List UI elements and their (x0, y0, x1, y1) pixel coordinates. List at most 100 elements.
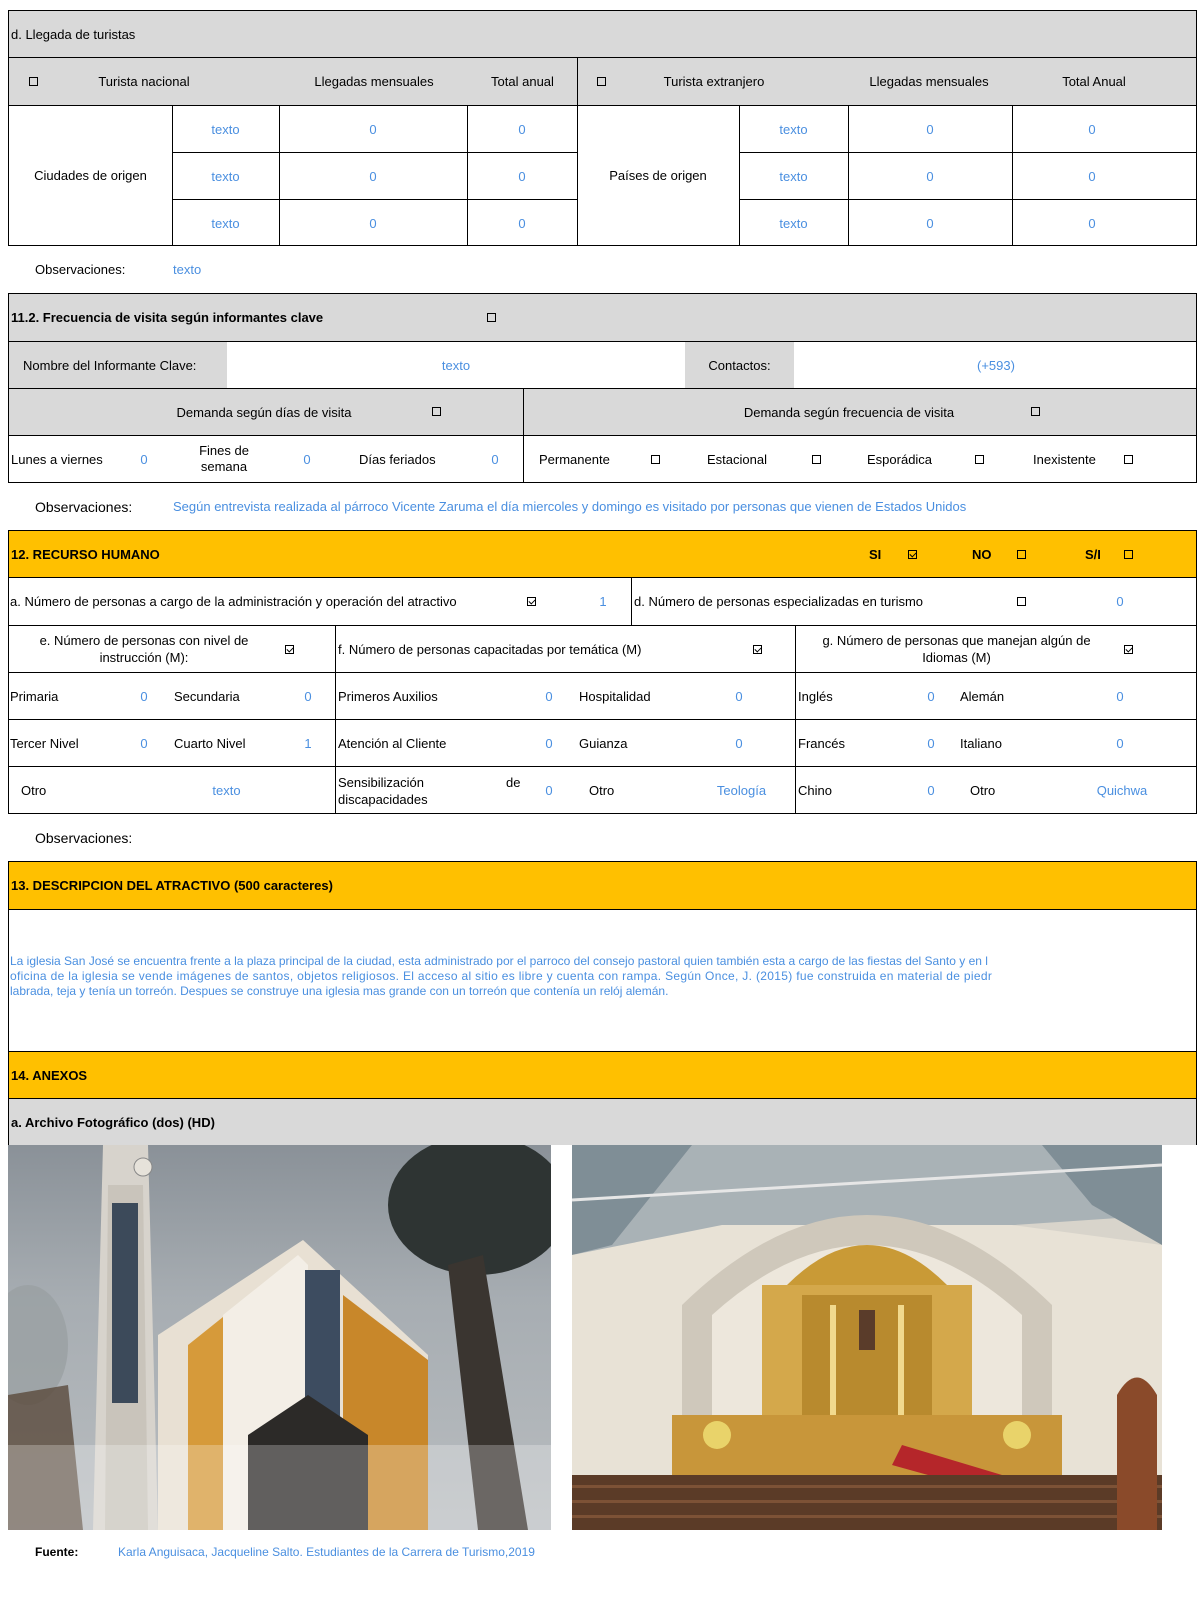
foreign-monthly-3[interactable]: 0 (848, 200, 1012, 246)
national-annual-3[interactable]: 0 (467, 200, 577, 246)
nonexistent-checkbox[interactable] (1124, 455, 1133, 464)
observations-label: Observaciones: (35, 829, 133, 846)
si-no-checkbox[interactable] (1124, 550, 1133, 559)
frequency-demand-header: Demanda según frecuencia de visita (743, 404, 955, 420)
description-title-row: 13. DESCRIPCION DEL ATRACTIVO (500 carac… (8, 861, 1197, 909)
national-label: Turista nacional (98, 74, 190, 89)
education-checkbox[interactable] (285, 645, 294, 654)
ingles-value[interactable]: 0 (921, 673, 941, 719)
otro-idioma-value[interactable]: Quichwa (1087, 767, 1157, 814)
admin-value[interactable]: 1 (593, 578, 613, 625)
languages-label: g. Número de personas que manejan algún … (822, 633, 1091, 665)
source-value[interactable]: Karla Anguisaca, Jacqueline Salto. Estud… (118, 1537, 535, 1567)
auxilios-label: Primeros Auxilios (338, 688, 438, 704)
foreign-monthly-2[interactable]: 0 (848, 153, 1012, 199)
primaria-value[interactable]: 0 (134, 673, 154, 719)
si-checkbox[interactable] (908, 550, 917, 559)
weekends-value[interactable]: 0 (297, 436, 317, 482)
annexes-title: 14. ANEXOS (11, 1067, 88, 1083)
education-label: e. Número de personas con nivel de instr… (39, 633, 249, 665)
days-demand-checkbox[interactable] (432, 407, 441, 416)
days-demand-header: Demanda según días de visita (176, 404, 352, 420)
holidays-label: Días feriados (359, 451, 436, 467)
foreign-monthly-1[interactable]: 0 (848, 106, 1012, 152)
ingles-label: Inglés (798, 688, 833, 704)
source-row: Fuente: Karla Anguisaca, Jacqueline Salt… (8, 1537, 1197, 1567)
auxilios-value[interactable]: 0 (539, 673, 559, 719)
description-title: 13. DESCRIPCION DEL ATRACTIVO (500 carac… (11, 878, 333, 893)
national-monthly-2[interactable]: 0 (279, 153, 467, 199)
aleman-label: Alemán (960, 688, 1005, 704)
observations-value[interactable]: Según entrevista realizada al párroco Vi… (173, 483, 966, 530)
description-body[interactable]: La iglesia San José se encuentra frente … (8, 909, 1197, 1051)
national-annual-1[interactable]: 0 (467, 106, 577, 152)
aleman-value[interactable]: 0 (1110, 673, 1130, 719)
italiano-value[interactable]: 0 (1110, 720, 1130, 766)
national-monthly-header: Llegadas mensuales (314, 74, 434, 89)
photo-archive-title: a. Archivo Fotográfico (dos) (HD) (11, 1114, 215, 1130)
otro-edu-value[interactable]: texto (199, 767, 254, 814)
contacts-value[interactable]: (+593) (794, 342, 1197, 388)
foreign-annual-3[interactable]: 0 (1012, 200, 1172, 246)
description-line: La iglesia San José se encuentra frente … (10, 954, 988, 968)
informant-label: Nombre del Informante Clave: (9, 342, 227, 388)
frequency-demand-checkbox[interactable] (1031, 407, 1040, 416)
observations-label: Observaciones: (35, 498, 133, 515)
specialized-checkbox[interactable] (1017, 597, 1026, 606)
admin-label: a. Número de personas a cargo de la admi… (10, 594, 457, 609)
national-monthly-3[interactable]: 0 (279, 200, 467, 246)
observations-value[interactable]: texto (173, 246, 201, 293)
languages-checkbox[interactable] (1124, 645, 1133, 654)
frequency-title-row: 11.2. Frecuencia de visita según informa… (8, 293, 1197, 341)
frances-value[interactable]: 0 (921, 720, 941, 766)
national-city-3[interactable]: texto (172, 200, 279, 246)
national-city-1[interactable]: texto (172, 106, 279, 152)
weekdays-value[interactable]: 0 (134, 436, 154, 482)
national-city-2[interactable]: texto (172, 153, 279, 199)
cuarto-value[interactable]: 1 (298, 720, 318, 766)
hospitalidad-value[interactable]: 0 (729, 673, 749, 719)
otro-edu-label: Otro (21, 783, 47, 798)
otro-tematica-value[interactable]: Teología (709, 767, 774, 814)
frequency-checkbox[interactable] (487, 313, 496, 322)
tercer-label: Tercer Nivel (10, 735, 79, 751)
secundaria-value[interactable]: 0 (298, 673, 318, 719)
admin-checkbox[interactable] (527, 597, 536, 606)
arrivals-observations: Observaciones: texto (8, 246, 1197, 293)
atencion-value[interactable]: 0 (539, 720, 559, 766)
foreign-country-2[interactable]: texto (739, 153, 848, 199)
trained-checkbox[interactable] (753, 645, 762, 654)
foreign-annual-header: Total Anual (1062, 74, 1126, 89)
permanent-checkbox[interactable] (651, 455, 660, 464)
sporadic-label: Esporádica (867, 451, 933, 467)
holidays-value[interactable]: 0 (485, 436, 505, 482)
hospitalidad-label: Hospitalidad (579, 688, 651, 704)
sensibilizacion-value[interactable]: 0 (539, 767, 559, 814)
foreign-country-3[interactable]: texto (739, 200, 848, 246)
no-label: NO (972, 546, 992, 562)
national-checkbox[interactable] (29, 77, 38, 86)
foreign-monthly-header: Llegadas mensuales (869, 74, 989, 89)
guianza-value[interactable]: 0 (729, 720, 749, 766)
no-checkbox[interactable] (1017, 550, 1026, 559)
sporadic-checkbox[interactable] (975, 455, 984, 464)
national-monthly-1[interactable]: 0 (279, 106, 467, 152)
countries-origin-label: Países de origen (609, 168, 707, 183)
foreign-checkbox[interactable] (597, 77, 606, 86)
demand-values-row: Lunes a viernes 0 Fines de semana 0 Días… (8, 435, 1197, 483)
specialized-value[interactable]: 0 (1110, 578, 1130, 625)
cuarto-label: Cuarto Nivel (174, 735, 246, 751)
foreign-annual-2[interactable]: 0 (1012, 153, 1172, 199)
nonexistent-label: Inexistente (1033, 451, 1096, 467)
sensibilizacion-label: Sensibilización de discapacidades (338, 775, 521, 807)
informant-value[interactable]: texto (227, 342, 685, 388)
foreign-country-1[interactable]: texto (739, 106, 848, 152)
seasonal-checkbox[interactable] (812, 455, 821, 464)
national-annual-2[interactable]: 0 (467, 153, 577, 199)
foreign-annual-1[interactable]: 0 (1012, 106, 1172, 152)
chino-value[interactable]: 0 (921, 767, 941, 814)
tercer-value[interactable]: 0 (134, 720, 154, 766)
primaria-label: Primaria (10, 688, 59, 704)
specialized-label: d. Número de personas especializadas en … (634, 594, 924, 609)
human-observations: Observaciones: (8, 814, 1197, 861)
